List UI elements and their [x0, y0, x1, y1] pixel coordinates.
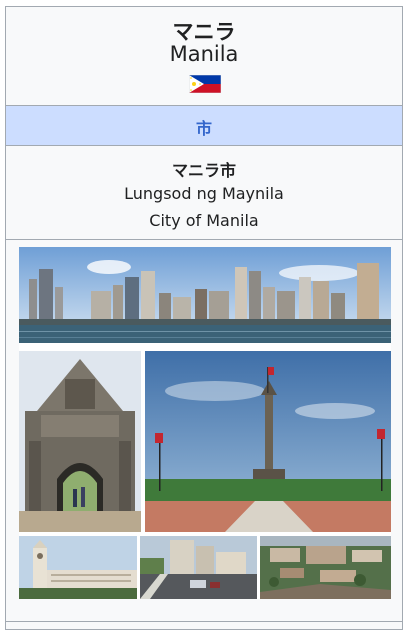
rizal-monument-photo[interactable]	[145, 351, 391, 532]
intramuros-aerial-photo[interactable]	[260, 536, 391, 599]
title-english: Manila	[169, 42, 239, 66]
fort-santiago-gate-photo[interactable]	[19, 351, 141, 532]
official-name-en: City of Manila	[149, 211, 259, 230]
settlement-type-label: 市	[195, 119, 212, 138]
infobox-title: マニラ Manila	[6, 7, 402, 106]
photo-collage	[19, 247, 391, 599]
philippines-flag-icon[interactable]	[189, 75, 221, 93]
infobox-divider	[6, 621, 402, 622]
manila-skyline-bay-photo[interactable]	[19, 247, 391, 343]
settlement-type-header: 市	[6, 106, 402, 146]
official-name-ja: マニラ市	[171, 161, 236, 180]
official-names: マニラ市 Lungsod ng Maynila City of Manila	[6, 146, 402, 240]
manila-city-hall-clock-tower-photo[interactable]	[19, 536, 137, 599]
official-name-local: Lungsod ng Maynila	[124, 184, 284, 203]
city-infobox: マニラ Manila 市 マニラ市 Lungsod ng Maynila Cit…	[5, 6, 403, 630]
roxas-boulevard-street-photo[interactable]	[140, 536, 257, 599]
